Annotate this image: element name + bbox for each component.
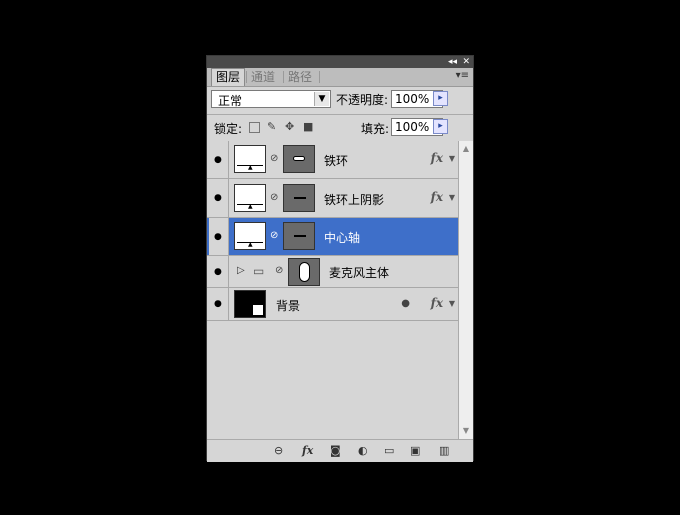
- chevron-down-icon[interactable]: ▼: [449, 154, 455, 163]
- lock-icon: ●: [401, 298, 410, 309]
- trash-icon[interactable]: ▥: [439, 444, 449, 457]
- add-mask-icon[interactable]: ◙: [330, 444, 341, 457]
- visibility-toggle[interactable]: ●: [209, 288, 229, 320]
- fx-icon[interactable]: fx: [431, 190, 443, 204]
- visibility-toggle[interactable]: ●: [209, 256, 229, 287]
- layer-name: 铁环: [324, 154, 349, 168]
- tab-channels[interactable]: 通道: [247, 69, 279, 86]
- layers-panel: ◂◂ ✕ 图层 通道 路径 ▾≡ 正常 ▼ 不透明度: 100% ▸ 锁定: ✎…: [206, 55, 474, 462]
- panel-menu-icon[interactable]: ▾≡: [456, 70, 469, 81]
- lock-brush-icon[interactable]: ✎: [267, 120, 276, 133]
- fill-slider-button[interactable]: ▸: [433, 119, 448, 134]
- lock-move-icon[interactable]: ✥: [285, 120, 294, 133]
- layer-name: 铁环上阴影: [324, 193, 385, 207]
- link-icon: ⊘: [270, 230, 279, 241]
- blend-mode-select[interactable]: 正常 ▼: [211, 90, 331, 108]
- eye-icon: ●: [214, 299, 222, 309]
- close-icon[interactable]: ✕: [462, 56, 470, 68]
- layer-mask-thumbnail: [283, 184, 315, 212]
- link-icon: ⊘: [270, 153, 279, 164]
- scroll-down-icon[interactable]: ▼: [460, 425, 472, 437]
- eye-icon: ●: [214, 266, 222, 277]
- chevron-down-icon[interactable]: ▼: [449, 299, 455, 308]
- opacity-value: 100%: [395, 92, 430, 106]
- layer-row[interactable]: ● ▲ ⊘ 铁环 fx ▼: [207, 141, 458, 179]
- opacity-slider-button[interactable]: ▸: [433, 91, 448, 106]
- lock-transparent-icon[interactable]: [249, 122, 260, 133]
- layer-row-selected[interactable]: ● ▲ ⊘ 中心轴: [207, 218, 458, 256]
- scroll-up-icon[interactable]: ▲: [460, 143, 472, 155]
- link-icon: ⊘: [270, 192, 279, 203]
- layer-list: ● ▲ ⊘ 铁环 fx ▼ ● ▲ ⊘ 铁环上阴影 fx ▼ ● ▲ ⊘ 中心轴: [207, 141, 458, 439]
- layer-row[interactable]: ● 背景 ● fx ▼: [207, 288, 458, 321]
- layer-name: 麦克风主体: [329, 266, 390, 280]
- opacity-label: 不透明度:: [336, 93, 389, 107]
- fill-value: 100%: [395, 120, 430, 134]
- link-icon: ⊘: [275, 265, 284, 276]
- visibility-toggle[interactable]: ●: [209, 218, 229, 255]
- adjustment-layer-icon[interactable]: ◐: [358, 444, 368, 457]
- lock-label: 锁定:: [214, 122, 243, 136]
- new-layer-icon[interactable]: ▣: [410, 444, 420, 457]
- new-group-icon[interactable]: ▭: [384, 444, 394, 457]
- link-layers-icon[interactable]: ⊖: [274, 444, 283, 457]
- lock-row: 锁定: ✎ ✥ ■ 填充: 100% ▸: [207, 114, 473, 142]
- layer-thumbnail: ▲: [234, 145, 266, 173]
- chevron-down-icon[interactable]: ▼: [449, 193, 455, 202]
- layer-name: 背景: [276, 299, 301, 313]
- layer-thumbnail: [234, 290, 266, 318]
- blend-mode-value: 正常: [218, 94, 243, 108]
- fill-label: 填充:: [361, 122, 390, 136]
- eye-icon: ●: [214, 193, 222, 203]
- scrollbar[interactable]: ▲ ▼: [458, 141, 473, 439]
- collapse-icon[interactable]: ◂◂: [448, 56, 457, 68]
- add-style-icon[interactable]: fx: [302, 444, 313, 457]
- layer-group-row[interactable]: ● ▷ ▭ ⊘ 麦克风主体: [207, 256, 458, 288]
- fx-icon[interactable]: fx: [431, 296, 443, 310]
- group-mask-thumbnail: [288, 258, 320, 286]
- layer-mask-thumbnail: [283, 222, 315, 250]
- panel-footer-toolbar: ⊖ fx ◙ ◐ ▭ ▣ ▥: [207, 439, 473, 462]
- folder-icon: ▭: [253, 264, 265, 278]
- lock-all-icon[interactable]: ■: [303, 120, 313, 133]
- layer-mask-thumbnail: [283, 145, 315, 173]
- layer-name: 中心轴: [324, 231, 361, 245]
- layer-row[interactable]: ● ▲ ⊘ 铁环上阴影 fx ▼: [207, 179, 458, 218]
- chevron-down-icon[interactable]: ▼: [314, 92, 329, 106]
- eye-icon: ●: [214, 231, 222, 242]
- tab-paths[interactable]: 路径: [284, 69, 316, 86]
- panel-tabs: 图层 通道 路径: [207, 68, 473, 87]
- tab-layers[interactable]: 图层: [211, 68, 246, 86]
- layer-thumbnail: ▲: [234, 222, 266, 250]
- visibility-toggle[interactable]: ●: [209, 141, 229, 178]
- eye-icon: ●: [214, 154, 222, 165]
- group-expand-icon[interactable]: ▷: [237, 265, 245, 276]
- fx-icon[interactable]: fx: [431, 151, 443, 165]
- visibility-toggle[interactable]: ●: [209, 179, 229, 217]
- layer-thumbnail: ▲: [234, 184, 266, 212]
- tab-divider: [319, 71, 320, 83]
- panel-titlebar: ◂◂ ✕: [207, 56, 473, 68]
